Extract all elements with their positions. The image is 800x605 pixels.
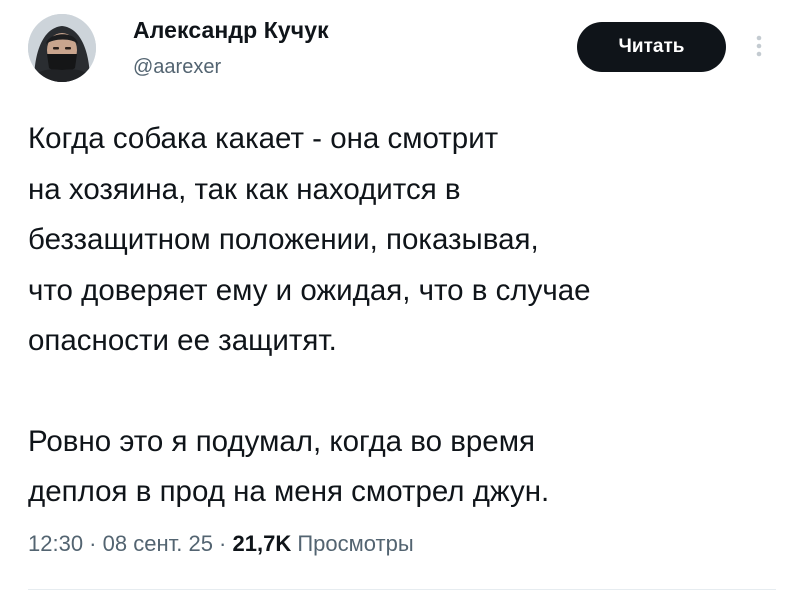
views-label: Просмотры — [291, 531, 413, 556]
tweet-paragraph: Ровно это я подумал, когда во время депл… — [28, 424, 550, 509]
tweet-text: Когда собака какает - она смотрит на хоз… — [28, 114, 778, 518]
tweet-paragraph: Когда собака какает - она смотрит на хоз… — [28, 122, 591, 357]
more-options-button[interactable] — [748, 30, 770, 66]
views-label-text: Просмотры — [297, 531, 414, 556]
tweet-meta: 12:30 · 08 сент. 25 · 21,7K Просмотры — [28, 531, 414, 557]
avatar-image — [28, 14, 96, 82]
vertical-dots-icon — [756, 35, 762, 62]
tweet-time[interactable]: 12:30 — [28, 531, 83, 556]
avatar[interactable] — [28, 14, 96, 82]
follow-button[interactable]: Читать — [577, 22, 726, 72]
views-count: 21,7K — [232, 531, 292, 556]
divider — [28, 589, 776, 590]
tweet: Александр Кучук @aarexer Читать Когда со… — [0, 0, 800, 605]
meta-separator: · — [212, 531, 233, 556]
author-handle[interactable]: @aarexer — [133, 56, 221, 79]
author-name[interactable]: Александр Кучук — [133, 17, 329, 44]
tweet-date[interactable]: 08 сент. 25 — [103, 531, 213, 556]
meta-separator: · — [83, 531, 103, 556]
